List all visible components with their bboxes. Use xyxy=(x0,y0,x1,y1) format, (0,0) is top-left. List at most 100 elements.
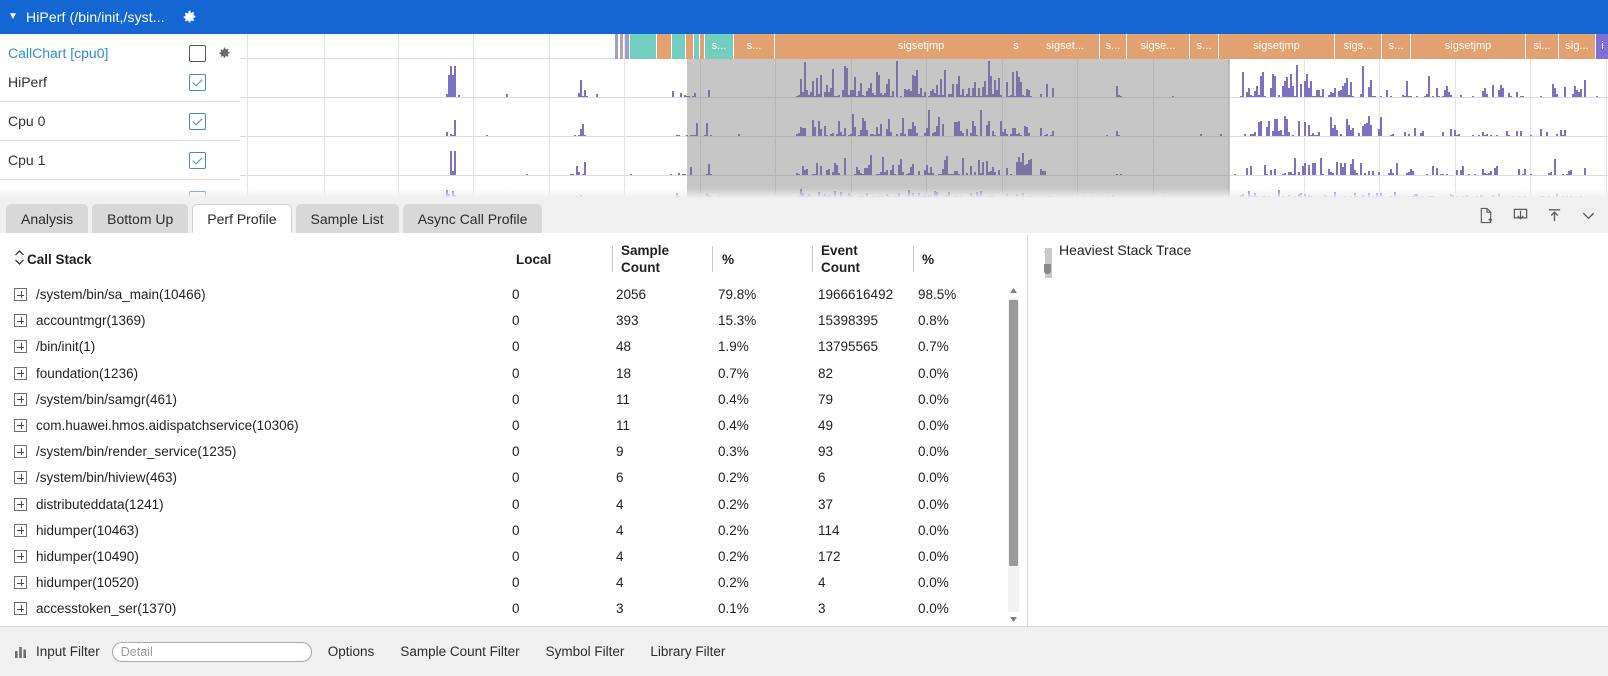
collapse-caret-icon[interactable]: ▼ xyxy=(0,12,26,22)
row-checkbox[interactable] xyxy=(189,74,206,91)
call-chart-block[interactable] xyxy=(630,34,656,59)
call-chart-block[interactable] xyxy=(694,34,699,59)
timeline-row-hiperf[interactable]: HiPerf xyxy=(0,63,240,102)
status-link-options[interactable]: Options xyxy=(328,644,375,659)
expand-plus-icon[interactable] xyxy=(14,471,27,484)
column-divider[interactable] xyxy=(913,246,914,272)
call-chart-block[interactable]: s xyxy=(1002,34,1030,59)
col-header-local[interactable]: Local xyxy=(516,234,551,284)
timeline-row-cpu1[interactable]: Cpu 1 xyxy=(0,141,240,180)
scrollbar-thumb[interactable] xyxy=(1044,264,1051,274)
table-vertical-scrollbar[interactable] xyxy=(1008,284,1019,626)
call-chart-block[interactable]: sig... xyxy=(1559,34,1595,59)
sort-updown-icon[interactable] xyxy=(14,249,25,269)
bar-chart-icon[interactable] xyxy=(12,645,30,659)
table-row[interactable]: com.huawei.hmos.aidispatchservice(10306)… xyxy=(0,415,1010,441)
expand-plus-icon[interactable] xyxy=(14,367,27,380)
chevron-down-icon[interactable] xyxy=(1578,205,1598,225)
new-file-icon[interactable] xyxy=(1476,205,1496,225)
table-row[interactable]: accesstoken_ser(1370)030.1%30.0% xyxy=(0,598,1010,624)
call-chart-block[interactable] xyxy=(686,34,693,59)
status-link-sample-count-filter[interactable]: Sample Count Filter xyxy=(400,644,519,659)
col-header-sample-pct[interactable]: % xyxy=(722,234,734,284)
call-chart-block[interactable]: s... xyxy=(1190,34,1218,59)
table-row[interactable]: /system/bin/samgr(461)0110.4%790.0% xyxy=(0,389,1010,415)
expand-plus-icon[interactable] xyxy=(14,419,27,432)
heaviest-stack-scrollbar[interactable] xyxy=(1043,242,1052,278)
col-header-event-pct[interactable]: % xyxy=(922,234,934,284)
call-chart-block[interactable] xyxy=(657,34,671,59)
call-chart-block[interactable]: sigsetjmp xyxy=(1411,34,1525,59)
expand-plus-icon[interactable] xyxy=(14,340,27,353)
table-row[interactable]: /bin/init(1)0481.9%137955650.7% xyxy=(0,336,1010,362)
gear-icon[interactable] xyxy=(181,8,199,26)
table-row[interactable]: /system/bin/sa_main(10466)0205679.8%1966… xyxy=(0,284,1010,310)
call-chart-block[interactable]: s... xyxy=(705,34,733,59)
scroll-down-arrow-icon[interactable] xyxy=(1008,613,1019,626)
tab-analysis[interactable]: Analysis xyxy=(6,204,88,233)
tab-async-call-profile[interactable]: Async Call Profile xyxy=(403,204,543,233)
expand-plus-icon[interactable] xyxy=(14,602,27,615)
row-checkbox[interactable] xyxy=(189,113,206,130)
table-row[interactable]: /system/bin/render_service(1235)090.3%93… xyxy=(0,441,1010,467)
column-divider[interactable] xyxy=(812,246,813,272)
table-row[interactable]: foundation(1236)0180.7%820.0% xyxy=(0,363,1010,389)
event-count-cell: 6 xyxy=(818,470,826,485)
call-chart-block[interactable] xyxy=(620,34,623,59)
sample-bar xyxy=(694,93,696,97)
expand-plus-icon[interactable] xyxy=(14,445,27,458)
table-row[interactable]: /system/bin/hiview(463)060.2%60.0% xyxy=(0,467,1010,493)
call-chart-function-band[interactable]: s...s...sigsetj...sigsetjmpssigset...s..… xyxy=(240,34,1608,59)
import-icon[interactable] xyxy=(1510,205,1530,225)
call-chart-block[interactable]: i xyxy=(1596,34,1608,59)
table-row[interactable]: accountmgr(1369)039315.3%153983950.8% xyxy=(0,310,1010,336)
col-header-call-stack[interactable]: Call Stack xyxy=(14,234,92,284)
expand-plus-icon[interactable] xyxy=(14,576,27,589)
call-chart-block[interactable]: si... xyxy=(1526,34,1558,59)
call-chart-block[interactable]: s... xyxy=(734,34,774,59)
event-count-cell: 49 xyxy=(818,418,833,433)
call-chart-block[interactable] xyxy=(672,34,685,59)
timeline-chart[interactable]: s...s...sigsetj...sigsetjmpssigset...s..… xyxy=(240,34,1608,198)
row-checkbox[interactable] xyxy=(189,152,206,169)
export-up-icon[interactable] xyxy=(1544,205,1564,225)
tab-label: Perf Profile xyxy=(207,211,276,227)
table-row[interactable]: hidumper(10490)040.2%1720.0% xyxy=(0,546,1010,572)
call-chart-block[interactable]: sigse... xyxy=(1127,34,1189,59)
call-chart-block[interactable]: sigs... xyxy=(1335,34,1381,59)
call-chart-block[interactable] xyxy=(700,34,704,59)
status-link-symbol-filter[interactable]: Symbol Filter xyxy=(546,644,625,659)
sample-bar xyxy=(832,133,834,136)
row-checkbox[interactable] xyxy=(189,45,206,62)
tab-sample-list[interactable]: Sample List xyxy=(296,204,399,233)
table-row[interactable]: hidumper(10520)040.2%40.0% xyxy=(0,572,1010,598)
expand-plus-icon[interactable] xyxy=(14,550,27,563)
table-row[interactable]: distributeddata(1241)040.2%370.0% xyxy=(0,494,1010,520)
timeline-row-cpu0[interactable]: Cpu 0 xyxy=(0,102,240,141)
sample-bar xyxy=(1432,96,1434,97)
table-row[interactable]: hidumper(10463)040.2%1140.0% xyxy=(0,520,1010,546)
status-link-library-filter[interactable]: Library Filter xyxy=(650,644,725,659)
tab-perf-profile[interactable]: Perf Profile xyxy=(192,204,291,233)
call-chart-block[interactable] xyxy=(625,34,629,59)
search-input[interactable] xyxy=(112,642,312,662)
gear-icon[interactable] xyxy=(214,47,234,60)
call-chart-block[interactable]: sigset... xyxy=(1031,34,1099,59)
tab-bottom-up[interactable]: Bottom Up xyxy=(92,204,188,233)
expand-plus-icon[interactable] xyxy=(14,288,27,301)
call-chart-block[interactable]: s... xyxy=(1382,34,1410,59)
col-header-sample-count[interactable]: Sample Count xyxy=(621,234,681,284)
expand-plus-icon[interactable] xyxy=(14,314,27,327)
scrollbar-thumb[interactable] xyxy=(1009,300,1018,566)
column-divider[interactable] xyxy=(612,246,613,272)
call-chart-block[interactable]: sigsetjmp xyxy=(1219,34,1334,59)
expand-plus-icon[interactable] xyxy=(14,393,27,406)
call-chart-block[interactable]: s... xyxy=(1100,34,1126,59)
column-divider[interactable] xyxy=(712,246,713,272)
call-chart-block[interactable] xyxy=(615,34,618,59)
col-header-event-count[interactable]: Event Count xyxy=(821,234,877,284)
scroll-up-arrow-icon[interactable] xyxy=(1008,284,1019,297)
sample-bar xyxy=(962,158,964,175)
expand-plus-icon[interactable] xyxy=(14,498,27,511)
expand-plus-icon[interactable] xyxy=(14,524,27,537)
